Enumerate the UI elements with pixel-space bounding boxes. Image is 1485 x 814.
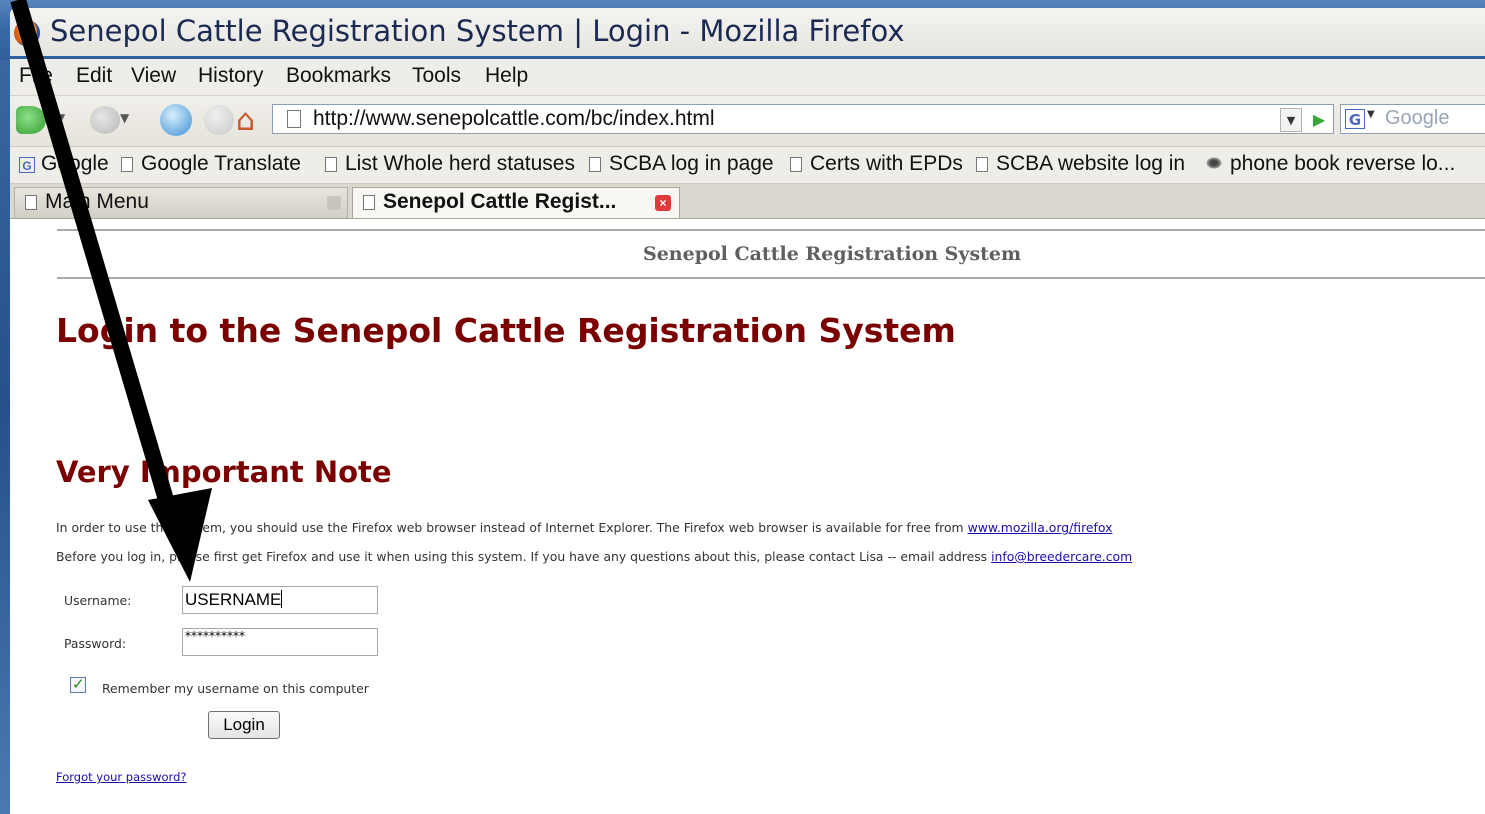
header-divider-bottom [57, 277, 1485, 279]
page-icon [363, 195, 375, 210]
navigation-toolbar: ▼ ▼ ⌂ http://www.senepolcattle.com/bc/in… [10, 96, 1485, 147]
text-caret [281, 590, 283, 608]
search-box[interactable]: G ▼ Google [1340, 104, 1485, 134]
firefox-logo-icon [14, 20, 40, 46]
username-value: USERNAME [185, 590, 283, 610]
note-line-1: In order to use this system, you should … [56, 520, 1112, 535]
bookmark-google-translate[interactable]: Google Translate [121, 152, 301, 176]
search-engine-dropdown-icon[interactable]: ▼ [1367, 109, 1375, 120]
menu-view[interactable]: View [131, 64, 176, 88]
desktop-background-edge [0, 0, 10, 814]
tab-close-icon[interactable] [327, 196, 341, 210]
login-button[interactable]: Login [208, 711, 280, 739]
tab-bar: Main Menu Senepol Cattle Regist... × [10, 184, 1485, 219]
menu-bookmarks[interactable]: Bookmarks [286, 64, 391, 88]
note-heading: Very Important Note [56, 455, 392, 489]
window-title: Senepol Cattle Registration System | Log… [50, 14, 905, 48]
menu-history[interactable]: History [198, 64, 263, 88]
page-title: Login to the Senepol Cattle Registration… [56, 311, 956, 350]
globe-icon [1206, 157, 1222, 169]
menu-help[interactable]: Help [485, 64, 528, 88]
username-label: Username: [64, 593, 132, 608]
page-content: Senepol Cattle Registration System Login… [10, 219, 1485, 814]
remember-username-label: Remember my username on this computer [102, 681, 369, 696]
remember-username-checkbox[interactable]: ✓ [70, 675, 86, 693]
reload-icon[interactable] [160, 104, 192, 136]
note-line-1-text: In order to use this system, you should … [56, 520, 968, 535]
page-icon [287, 110, 301, 128]
page-icon [790, 157, 802, 172]
bookmark-list-whole-herd[interactable]: List Whole herd statuses [325, 152, 575, 176]
header-divider-top [57, 229, 1485, 231]
menu-bar: File Edit View History Bookmarks Tools H… [10, 59, 1485, 96]
email-link[interactable]: info@breedercare.com [991, 549, 1132, 564]
password-field[interactable]: ********** [182, 628, 378, 656]
tab-label: Main Menu [45, 190, 149, 213]
page-icon [121, 157, 133, 172]
tab-main-menu[interactable]: Main Menu [14, 187, 348, 218]
bookmark-scba-log-in-page[interactable]: SCBA log in page [589, 152, 774, 176]
page-icon [976, 157, 988, 172]
forward-history-dropdown-icon[interactable]: ▼ [120, 111, 129, 125]
bookmark-scba-website-log-in[interactable]: SCBA website log in [976, 152, 1185, 176]
bookmark-label: phone book reverse lo... [1230, 152, 1456, 175]
forgot-password-link[interactable]: Forgot your password? [56, 770, 186, 784]
bookmark-label: Google Translate [141, 152, 301, 175]
bookmark-label: List Whole herd statuses [345, 152, 575, 175]
bookmark-label: Certs with EPDs [810, 152, 963, 175]
checkmark-icon: ✓ [72, 675, 85, 693]
stop-icon[interactable] [204, 105, 234, 135]
password-label: Password: [64, 636, 127, 651]
tab-close-icon[interactable]: × [655, 195, 671, 211]
site-header: Senepol Cattle Registration System [643, 243, 1022, 265]
bookmarks-toolbar: G Google Google Translate List Whole herd… [10, 147, 1485, 184]
home-icon[interactable]: ⌂ [236, 103, 255, 138]
note-line-2: Before you log in, please first get Fire… [56, 549, 1132, 564]
search-engine-icon[interactable]: G [1345, 109, 1365, 129]
bookmark-certs-with-epds[interactable]: Certs with EPDs [790, 152, 963, 176]
page-icon [325, 157, 337, 172]
page-icon [25, 195, 37, 210]
bookmark-google[interactable]: G Google [19, 152, 109, 176]
firefox-link[interactable]: www.mozilla.org/firefox [968, 520, 1113, 535]
menu-edit[interactable]: Edit [76, 64, 112, 88]
back-history-dropdown-icon[interactable]: ▼ [56, 111, 65, 125]
username-text: USERNAME [185, 590, 282, 609]
back-arrow-icon[interactable] [16, 106, 46, 134]
note-line-2-text: Before you log in, please first get Fire… [56, 549, 992, 564]
window-titlebar: Senepol Cattle Registration System | Log… [0, 0, 1485, 60]
tab-label: Senepol Cattle Regist... [383, 190, 617, 213]
url-history-dropdown-icon[interactable]: ▼ [1280, 108, 1302, 132]
page-icon [589, 157, 601, 172]
bookmark-label: SCBA website log in [996, 152, 1186, 175]
menu-tools[interactable]: Tools [412, 64, 461, 88]
go-arrow-icon[interactable]: ▶ [1306, 108, 1332, 132]
forward-arrow-icon[interactable] [90, 106, 120, 134]
url-bar[interactable]: http://www.senepolcattle.com/bc/index.ht… [272, 104, 1334, 134]
username-field[interactable]: USERNAME [182, 586, 378, 614]
google-icon: G [19, 157, 35, 173]
url-text[interactable]: http://www.senepolcattle.com/bc/index.ht… [313, 107, 715, 131]
bookmark-label: Google [41, 152, 109, 175]
bookmark-phone-book-reverse[interactable]: phone book reverse lo... [1206, 152, 1455, 176]
password-value: ********** [185, 629, 245, 643]
menu-file[interactable]: File [19, 64, 53, 88]
search-placeholder: Google [1385, 107, 1450, 129]
bookmark-label: SCBA log in page [609, 152, 774, 175]
tab-senepol-registration[interactable]: Senepol Cattle Regist... × [352, 187, 680, 218]
